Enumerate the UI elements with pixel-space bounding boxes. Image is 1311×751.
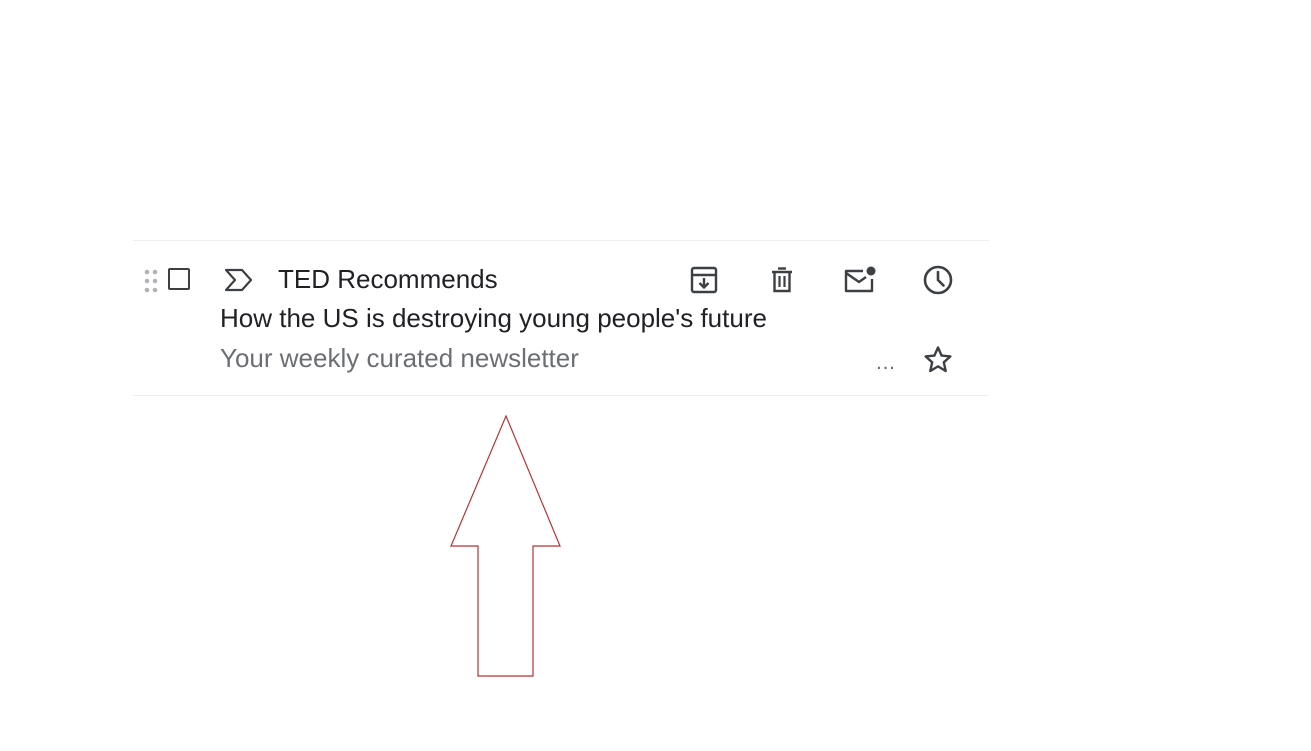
- select-checkbox[interactable]: [168, 268, 190, 290]
- more-options-button[interactable]: ...: [868, 345, 904, 381]
- snooze-button[interactable]: [920, 262, 956, 298]
- mark-unread-icon: [844, 266, 876, 293]
- importance-marker-icon[interactable]: [222, 267, 256, 293]
- page: TED Recommends How the US is destroying …: [0, 0, 1311, 751]
- star-icon: [924, 346, 952, 373]
- annotation-arrow-icon: [450, 414, 561, 677]
- email-subject: How the US is destroying young people's …: [220, 303, 767, 333]
- delete-button[interactable]: [764, 262, 800, 298]
- email-snippet: Your weekly curated newsletter: [220, 343, 579, 373]
- star-button[interactable]: [920, 342, 956, 378]
- archive-icon: [690, 266, 718, 294]
- clock-icon: [923, 265, 953, 295]
- sender-name: TED Recommends: [278, 264, 498, 294]
- email-row[interactable]: TED Recommends How the US is destroying …: [133, 240, 989, 396]
- mark-unread-button[interactable]: [842, 262, 878, 298]
- archive-button[interactable]: [686, 262, 722, 298]
- trash-icon: [772, 267, 792, 293]
- drag-handle-icon[interactable]: [143, 268, 159, 294]
- more-label: ...: [876, 352, 896, 374]
